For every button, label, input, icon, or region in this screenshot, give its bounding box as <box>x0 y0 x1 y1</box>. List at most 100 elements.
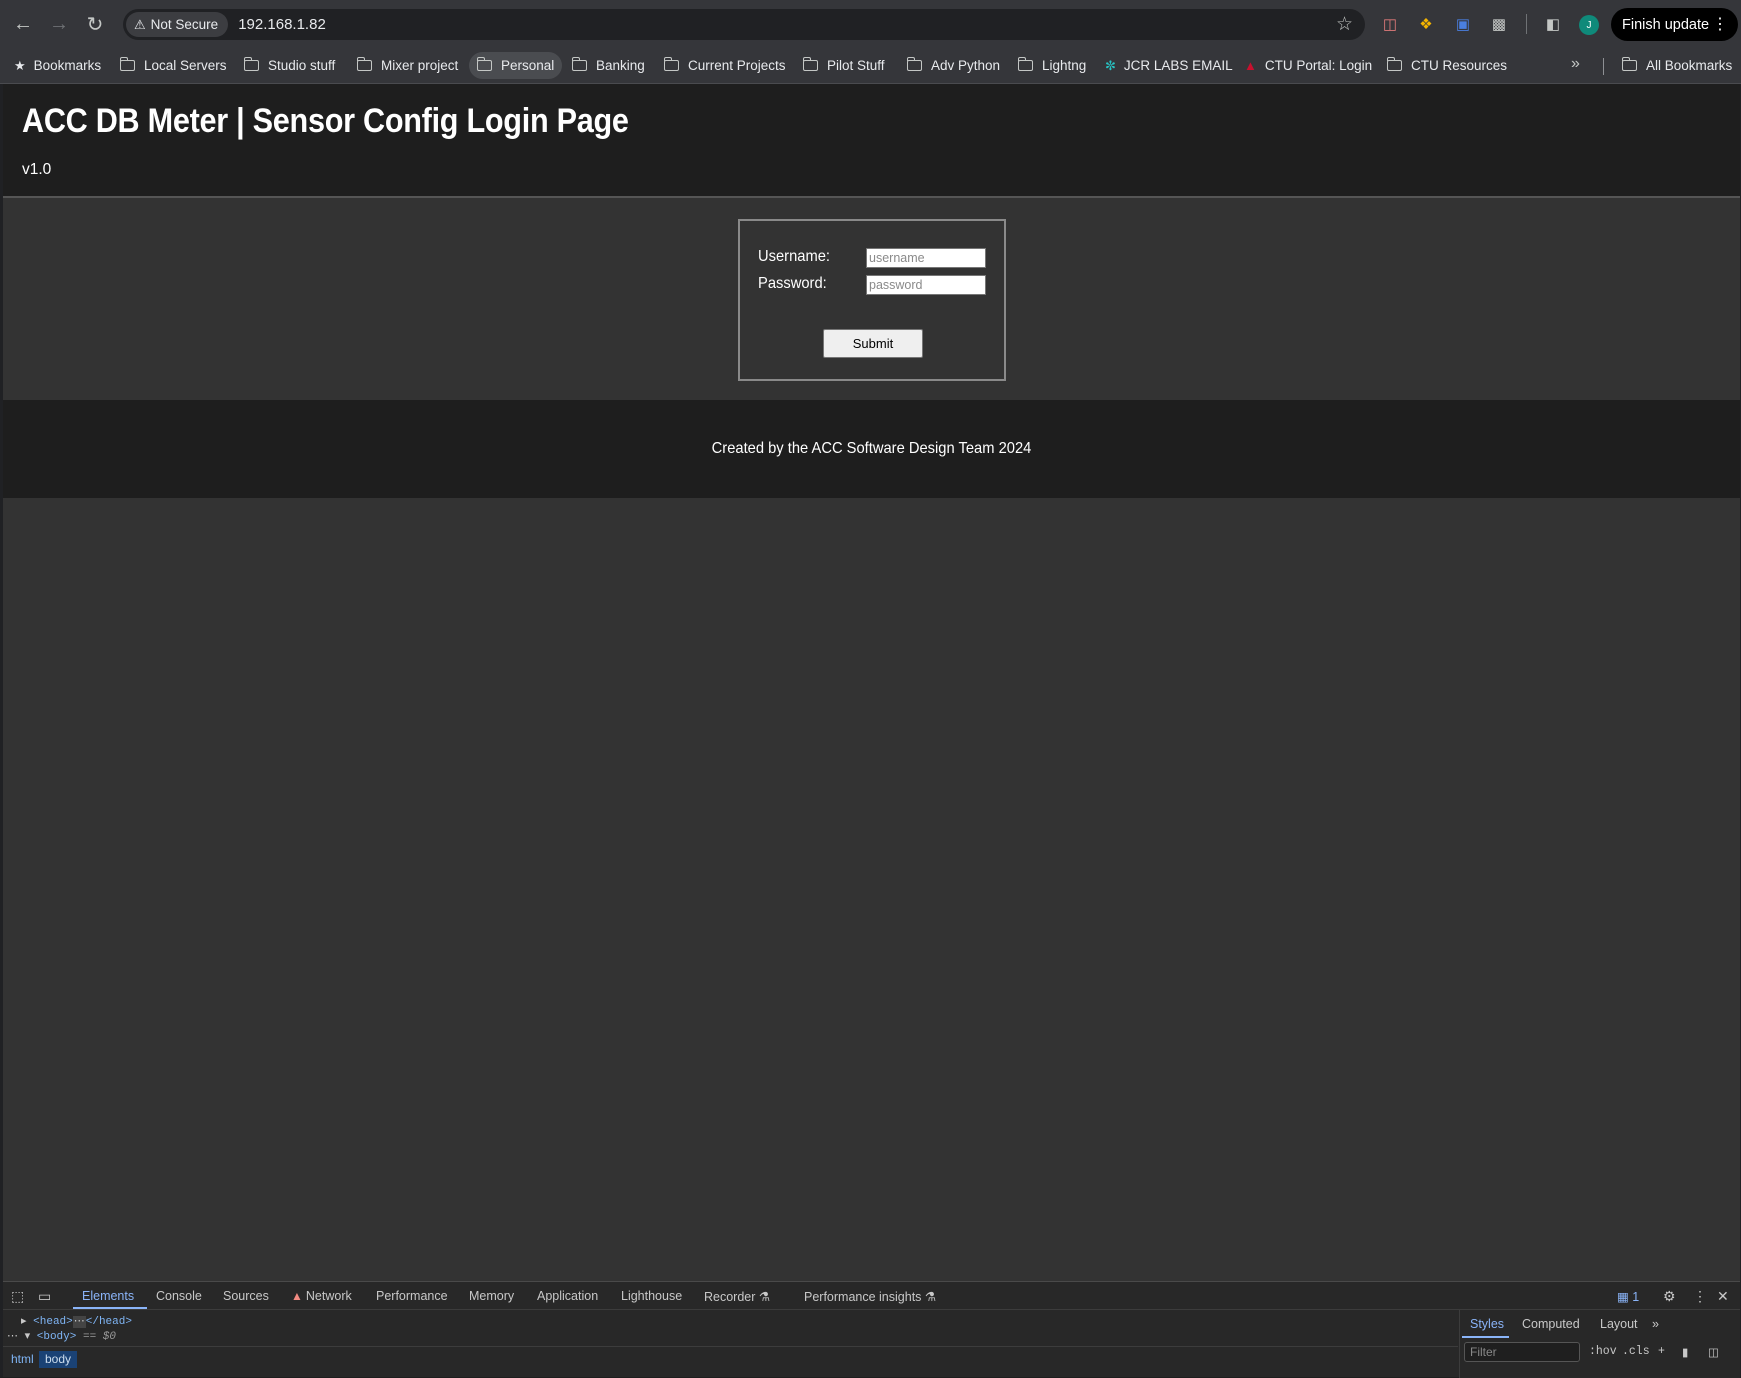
breadcrumb-html[interactable]: html <box>5 1351 40 1368</box>
username-input[interactable] <box>866 248 986 268</box>
bookmark-label: CTU Resources <box>1411 58 1508 73</box>
breadcrumb-body[interactable]: body <box>39 1351 78 1368</box>
more-tabs-chevron-icon[interactable]: » <box>1652 1317 1659 1331</box>
tab-layout[interactable]: Layout <box>1600 1317 1638 1331</box>
password-label: Password: <box>758 275 827 292</box>
password-input[interactable] <box>866 275 986 295</box>
finish-update-label: Finish update <box>1622 16 1710 33</box>
back-arrow-icon[interactable]: ← <box>6 7 40 41</box>
extension-color-icon[interactable]: ❖ <box>1415 13 1437 35</box>
styles-filter-input[interactable]: Filter <box>1464 1342 1580 1362</box>
tab-application[interactable]: Application <box>537 1289 598 1303</box>
bookmark-star-icon[interactable]: ☆ <box>1336 13 1353 36</box>
tab-lighthouse[interactable]: Lighthouse <box>621 1289 682 1303</box>
page-header: ACC DB Meter | Sensor Config Login Page … <box>3 84 1740 198</box>
tab-performance-insights-label: Performance insights <box>804 1290 922 1304</box>
devtools-tab-bar: ⬚ ▭ Elements Console Sources ▲ Network Pe… <box>3 1282 1740 1310</box>
kebab-menu-icon: ⋮ <box>1712 16 1728 33</box>
browser-window: ← → ↻ ⚠ Not Secure 192.168.1.82 ☆ ◫ ❖ ▣ … <box>0 0 1741 1378</box>
folder-icon <box>119 57 135 71</box>
tab-memory[interactable]: Memory <box>469 1289 514 1303</box>
bookmark-folder[interactable]: CTU Resources <box>1379 52 1515 79</box>
toggle-sidebar-icon[interactable]: ◫ <box>1708 1345 1719 1360</box>
bookmark-item[interactable]: ★ Bookmarks <box>6 52 109 79</box>
bookmark-folder[interactable]: Local Servers <box>112 52 235 79</box>
folder-icon <box>476 57 492 71</box>
bookmark-folder[interactable]: Studio stuff <box>236 52 343 79</box>
more-bookmarks-chevron-icon[interactable]: » <box>1571 55 1580 73</box>
cls-toggle[interactable]: .cls <box>1622 1345 1650 1358</box>
bookmark-folder[interactable]: Pilot Stuff <box>795 52 893 79</box>
device-toolbar-icon[interactable]: ▭ <box>38 1288 51 1305</box>
folder-icon <box>1621 57 1637 71</box>
bookmark-label: Local Servers <box>144 58 227 73</box>
tab-sources[interactable]: Sources <box>223 1289 269 1303</box>
flask-icon: ⚗ <box>758 1290 771 1304</box>
settings-gear-icon[interactable]: ⚙ <box>1663 1288 1676 1305</box>
footer-text: Created by the ACC Software Design Team … <box>711 440 1032 457</box>
folder-icon <box>906 57 922 71</box>
profile-avatar[interactable]: J <box>1579 15 1599 35</box>
dom-head-node[interactable]: ▸ <head>⋯</head> <box>7 1314 132 1328</box>
close-icon[interactable]: ✕ <box>1717 1288 1729 1305</box>
bookmark-item[interactable]: ▲ CTU Portal: Login <box>1236 52 1380 79</box>
styles-pane: Styles Computed Layout » Filter :hov .cl… <box>1459 1310 1740 1378</box>
bookmarks-divider <box>1603 58 1604 75</box>
bookmark-label: Current Projects <box>688 58 786 73</box>
breadcrumb: html body <box>3 1346 1458 1370</box>
tab-elements[interactable]: Elements <box>82 1289 134 1303</box>
dom-body-node[interactable]: ⋯ ▾ <body> == $0 <box>7 1329 116 1343</box>
bookmark-folder[interactable]: Current Projects <box>656 52 794 79</box>
tab-console[interactable]: Console <box>156 1289 202 1303</box>
extensions-puzzle-icon[interactable]: ▩ <box>1488 13 1510 35</box>
bookmark-folder[interactable]: Mixer project <box>349 52 466 79</box>
extension-badge-icon[interactable]: ▣ <box>1452 13 1474 35</box>
active-tab-indicator <box>73 1307 147 1309</box>
browser-toolbar: ← → ↻ ⚠ Not Secure 192.168.1.82 ☆ ◫ ❖ ▣ … <box>0 0 1741 48</box>
tab-network[interactable]: ▲ Network <box>291 1289 352 1303</box>
extension-cast-icon[interactable]: ◫ <box>1379 13 1401 35</box>
hov-toggle[interactable]: :hov <box>1589 1345 1617 1358</box>
url-text[interactable]: 192.168.1.82 <box>238 16 326 33</box>
tab-computed[interactable]: Computed <box>1522 1317 1580 1331</box>
security-chip[interactable]: ⚠ Not Secure <box>126 12 229 37</box>
bookmark-label: Bookmarks <box>33 58 102 73</box>
toolbar-divider <box>1526 14 1527 34</box>
bookmark-folder[interactable]: Adv Python <box>899 52 1008 79</box>
flask-icon: ⚗ <box>924 1290 937 1304</box>
kebab-menu-icon[interactable]: ⋮ <box>1693 1288 1707 1305</box>
star-icon: ★ <box>14 57 26 73</box>
finish-update-button[interactable]: Finish update ⋮ <box>1611 8 1738 41</box>
folder-icon <box>802 57 818 71</box>
forward-arrow-icon[interactable]: → <box>42 7 76 41</box>
bookmark-label: Studio stuff <box>268 58 336 73</box>
bookmark-folder[interactable]: Lightng <box>1010 52 1094 79</box>
new-style-rule-icon[interactable]: + <box>1658 1345 1665 1358</box>
tab-styles[interactable]: Styles <box>1470 1317 1504 1331</box>
side-panel-icon[interactable]: ◧ <box>1542 13 1564 35</box>
swirl-icon: ✼ <box>1105 57 1116 73</box>
tab-performance[interactable]: Performance <box>376 1289 448 1303</box>
page-viewport: ACC DB Meter | Sensor Config Login Page … <box>3 84 1740 1281</box>
ellipsis-icon: ⋯ <box>72 1316 86 1328</box>
issues-badge[interactable]: ▦ 1 <box>1617 1289 1639 1304</box>
head-close-tag: </head> <box>85 1316 132 1328</box>
bookmark-label: Adv Python <box>931 58 1001 73</box>
ctu-logo-icon: ▲ <box>1244 58 1257 73</box>
all-bookmarks-folder[interactable]: All Bookmarks <box>1614 52 1740 79</box>
submit-button[interactable]: Submit <box>823 329 923 358</box>
tab-performance-insights[interactable]: Performance insights ⚗ <box>804 1289 936 1304</box>
tab-network-label: Network <box>305 1289 352 1303</box>
reload-icon[interactable]: ↻ <box>78 7 112 41</box>
devtools-panel: ⬚ ▭ Elements Console Sources ▲ Network Pe… <box>3 1281 1740 1378</box>
username-label: Username: <box>758 248 830 265</box>
paint-brush-icon[interactable]: ▮ <box>1682 1345 1688 1360</box>
bookmark-label: Pilot Stuff <box>827 58 885 73</box>
bookmark-item[interactable]: ✼ JCR LABS EMAIL <box>1097 52 1241 79</box>
tab-recorder[interactable]: Recorder ⚗ <box>704 1289 770 1304</box>
bookmark-folder[interactable]: Banking <box>564 52 653 79</box>
address-bar[interactable]: ⚠ Not Secure 192.168.1.82 ☆ <box>123 9 1365 40</box>
inspect-element-icon[interactable]: ⬚ <box>11 1288 24 1305</box>
folder-icon <box>1386 57 1402 71</box>
bookmark-folder[interactable]: Personal <box>469 52 563 79</box>
